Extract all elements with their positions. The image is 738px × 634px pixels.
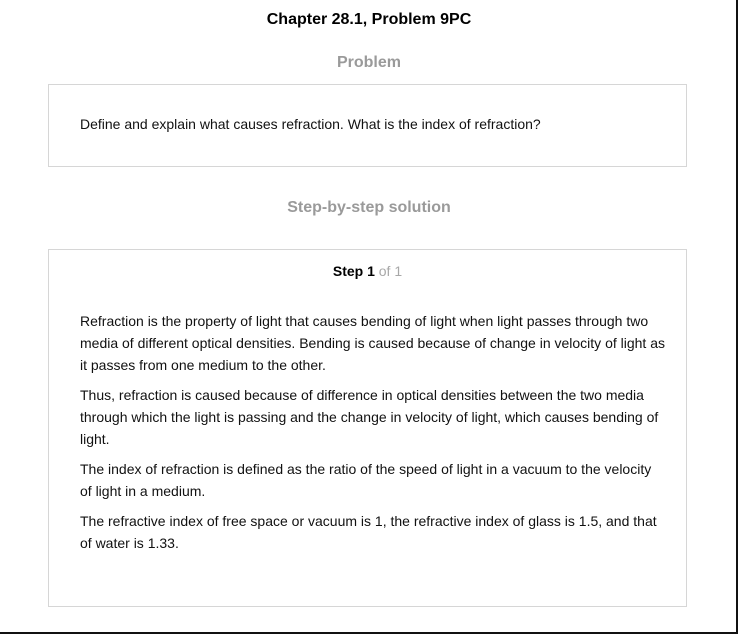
page-title: Chapter 28.1, Problem 9PC	[266, 11, 472, 28]
step-body: Refraction is the property of light that…	[80, 310, 665, 562]
solution-box: Step 1 of 1 Refraction is the property o…	[48, 249, 687, 607]
solution-paragraph: Refraction is the property of light that…	[80, 313, 665, 373]
solution-paragraph: Thus, refraction is caused because of di…	[80, 387, 659, 447]
solution-heading: Step-by-step solution	[287, 199, 451, 216]
problem-box: Define and explain what causes refractio…	[48, 84, 687, 167]
solution-paragraph: The refractive index of free space or va…	[80, 513, 657, 551]
problem-text: Define and explain what causes refractio…	[80, 116, 541, 132]
solution-paragraph: The index of refraction is defined as th…	[80, 461, 652, 499]
step-count: of 1	[378, 263, 403, 279]
step-label: Step 1	[332, 263, 375, 279]
step-header: Step 1 of 1	[49, 263, 686, 279]
problem-heading: Problem	[336, 54, 401, 71]
